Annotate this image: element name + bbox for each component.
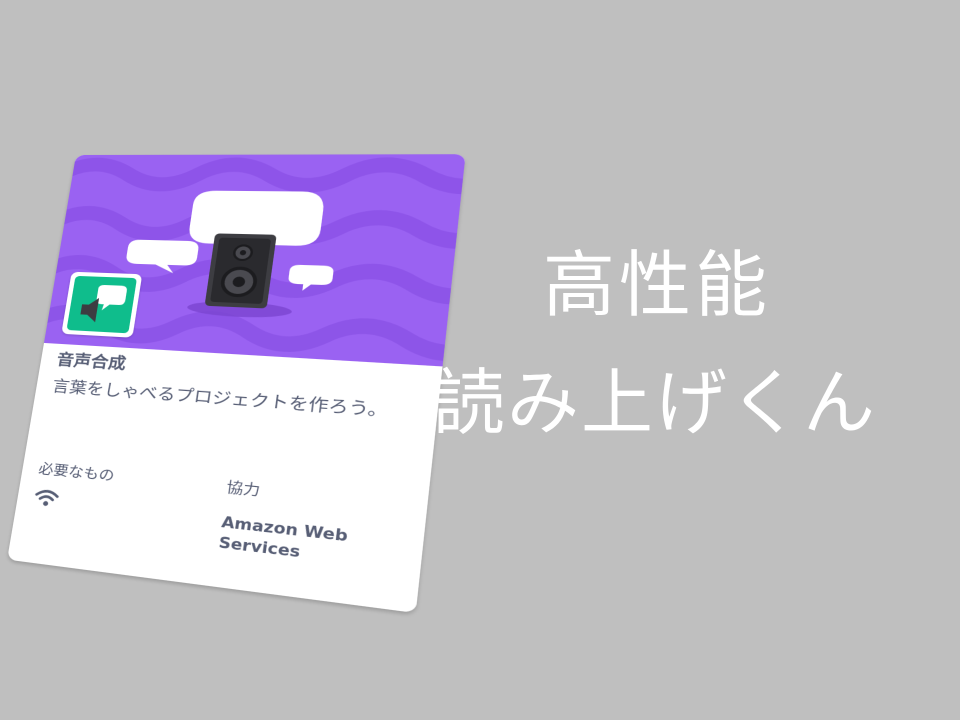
requirements-label: 必要なもの <box>37 461 116 486</box>
speech-bubble-speaker-icon <box>66 275 137 334</box>
collaborator-label: 協力 <box>225 479 262 501</box>
card-title: 音声合成 <box>55 349 128 373</box>
wifi-icon <box>32 487 60 507</box>
headline-line-2: 読み上げくん <box>432 361 877 445</box>
collaborator-name: Amazon Web Services <box>217 513 398 575</box>
card-icon-frame <box>61 271 143 338</box>
headline-line-1: 高性能 <box>542 243 771 327</box>
